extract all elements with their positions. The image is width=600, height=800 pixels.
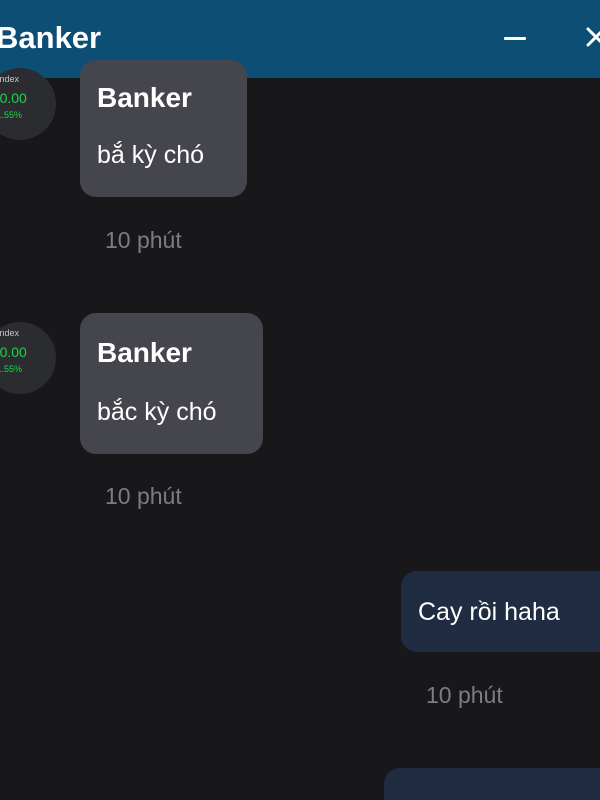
avatar-price: 400.00 (0, 344, 27, 360)
message-timestamp: 10 phút (105, 227, 182, 253)
avatar-change: 41 1.55% (0, 364, 23, 374)
avatar-price: 400.00 (0, 90, 27, 106)
message-bubble[interactable]: Banker bắ kỳ chó (80, 60, 247, 197)
chat-window: Banker 30-Index 400.00 41 1.55% Banker b… (0, 0, 600, 800)
message-timestamp: 10 phút (426, 682, 503, 708)
message-text: bắ kỳ chó (97, 141, 205, 169)
avatar-ticker: 30-Index (0, 328, 20, 338)
message-sender: Banker (97, 337, 192, 368)
avatar-change: 41 1.55% (0, 110, 23, 120)
sender-avatar[interactable]: 30-Index 400.00 41 1.55% (0, 68, 56, 140)
minimize-button[interactable] (498, 22, 532, 56)
own-message-bubble[interactable]: Cay rồi haha (401, 571, 600, 652)
close-button[interactable] (580, 20, 600, 54)
sender-avatar[interactable]: 30-Index 400.00 41 1.55% (0, 322, 56, 394)
message-sender: Banker (97, 82, 192, 113)
close-icon (586, 27, 600, 47)
minimize-icon (504, 37, 526, 40)
message-text: bắc kỳ chó (97, 398, 217, 426)
message-timestamp: 10 phút (105, 483, 182, 509)
avatar-ticker: 30-Index (0, 74, 20, 84)
chat-title: Banker (0, 20, 102, 55)
own-message-bubble[interactable] (384, 768, 600, 800)
message-bubble[interactable]: Banker bắc kỳ chó (80, 313, 263, 454)
message-text: Cay rồi haha (418, 598, 560, 626)
